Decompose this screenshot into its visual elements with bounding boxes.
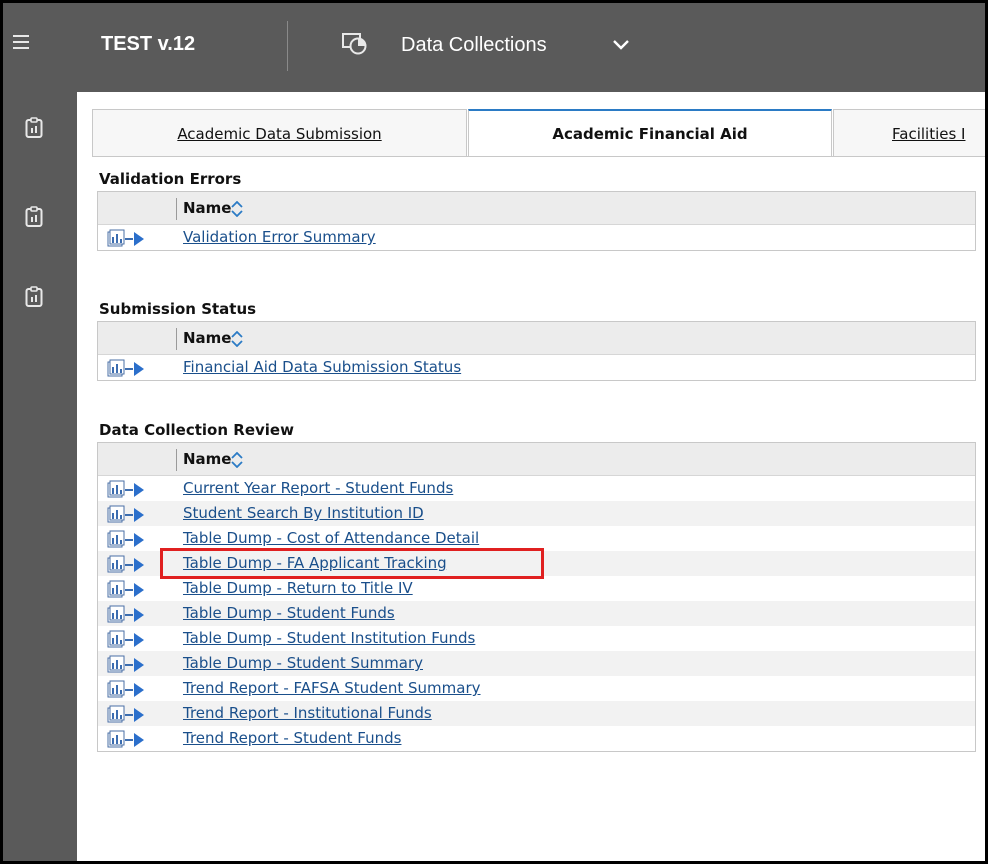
highlight-box xyxy=(160,548,544,579)
tab-label: Academic Data Submission xyxy=(177,124,382,143)
tab-underline xyxy=(92,156,985,157)
header-separator xyxy=(176,449,177,471)
name-column-header[interactable]: Name xyxy=(183,199,231,217)
tab-label: Academic Financial Aid xyxy=(552,125,748,143)
run-report-icon[interactable] xyxy=(107,555,151,573)
report-link[interactable]: Trend Report - FAFSA Student Summary xyxy=(183,679,481,697)
run-report-icon[interactable] xyxy=(107,605,151,623)
tab-academic-financial-aid[interactable]: Academic Financial Aid xyxy=(468,109,832,157)
submission-status-table: Name Financial Aid Data Submission Statu… xyxy=(97,321,976,381)
report-clipboard-icon[interactable] xyxy=(25,286,43,308)
report-link[interactable]: Validation Error Summary xyxy=(183,228,376,246)
table-row: Trend Report - Institutional Funds xyxy=(98,701,975,726)
data-collections-menu[interactable]: Data Collections xyxy=(401,34,547,57)
table-row: Validation Error Summary xyxy=(98,225,975,250)
run-report-icon[interactable] xyxy=(107,655,151,673)
name-column-header[interactable]: Name xyxy=(183,329,231,347)
run-report-icon[interactable] xyxy=(107,705,151,723)
sort-icon[interactable] xyxy=(231,201,243,217)
run-report-icon[interactable] xyxy=(107,229,151,247)
table-row: Financial Aid Data Submission Status xyxy=(98,355,975,380)
run-report-icon[interactable] xyxy=(107,359,151,377)
report-link[interactable]: Financial Aid Data Submission Status xyxy=(183,358,461,376)
section-title-data-collection-review: Data Collection Review xyxy=(99,421,294,439)
table-row: Table Dump - Student Funds xyxy=(98,601,975,626)
name-column-header[interactable]: Name xyxy=(183,450,231,468)
run-report-icon[interactable] xyxy=(107,580,151,598)
top-divider xyxy=(287,21,288,71)
report-link[interactable]: Table Dump - Student Institution Funds xyxy=(183,629,475,647)
table-row: Trend Report - Student Funds xyxy=(98,726,975,751)
report-link[interactable]: Table Dump - Student Funds xyxy=(183,604,395,622)
tab-facilities[interactable]: Facilities I xyxy=(833,109,985,157)
report-clipboard-icon[interactable] xyxy=(25,117,43,139)
tab-academic-data-submission[interactable]: Academic Data Submission xyxy=(92,109,467,157)
app-title: TEST v.12 xyxy=(101,33,196,55)
data-collections-icon[interactable] xyxy=(342,33,368,55)
main-content: Academic Data Submission Academic Financ… xyxy=(77,92,985,861)
chevron-down-icon[interactable] xyxy=(613,39,629,51)
top-bar: TEST v.12 Data Collections xyxy=(3,3,985,92)
report-clipboard-icon[interactable] xyxy=(25,206,43,228)
table-header: Name xyxy=(98,192,975,225)
table-row: Table Dump - Student Summary xyxy=(98,651,975,676)
report-link[interactable]: Table Dump - Return to Title IV xyxy=(183,579,413,597)
table-header: Name xyxy=(98,322,975,355)
section-title-submission-status: Submission Status xyxy=(99,300,257,318)
table-row: Table Dump - Return to Title IV xyxy=(98,576,975,601)
table-header: Name xyxy=(98,443,975,476)
report-link[interactable]: Current Year Report - Student Funds xyxy=(183,479,453,497)
left-sidebar xyxy=(3,92,77,861)
table-row: Table Dump - Student Institution Funds xyxy=(98,626,975,651)
report-link[interactable]: Trend Report - Institutional Funds xyxy=(183,704,432,722)
data-collection-review-table: Name Current Year Report - Student Funds… xyxy=(97,442,976,752)
app-frame: TEST v.12 Data Collections Academic Data… xyxy=(0,0,988,864)
run-report-icon[interactable] xyxy=(107,680,151,698)
table-row: Student Search By Institution ID xyxy=(98,501,975,526)
section-title-validation-errors: Validation Errors xyxy=(99,170,242,188)
report-link[interactable]: Table Dump - Student Summary xyxy=(183,654,423,672)
header-separator xyxy=(176,328,177,350)
sort-icon[interactable] xyxy=(231,331,243,347)
run-report-icon[interactable] xyxy=(107,505,151,523)
hamburger-menu-icon[interactable] xyxy=(13,35,29,49)
run-report-icon[interactable] xyxy=(107,530,151,548)
validation-errors-table: Name Validation Error Summary xyxy=(97,191,976,251)
report-link[interactable]: Student Search By Institution ID xyxy=(183,504,424,522)
report-link[interactable]: Table Dump - Cost of Attendance Detail xyxy=(183,529,479,547)
run-report-icon[interactable] xyxy=(107,630,151,648)
header-separator xyxy=(176,198,177,220)
run-report-icon[interactable] xyxy=(107,480,151,498)
tab-label: Facilities I xyxy=(892,124,966,143)
table-row: Trend Report - FAFSA Student Summary xyxy=(98,676,975,701)
run-report-icon[interactable] xyxy=(107,730,151,748)
sort-icon[interactable] xyxy=(231,452,243,468)
table-row: Current Year Report - Student Funds xyxy=(98,476,975,501)
tab-bar: Academic Data Submission Academic Financ… xyxy=(92,109,985,157)
table-row: Table Dump - FA Applicant Tracking xyxy=(98,548,975,579)
report-link[interactable]: Trend Report - Student Funds xyxy=(183,729,401,747)
